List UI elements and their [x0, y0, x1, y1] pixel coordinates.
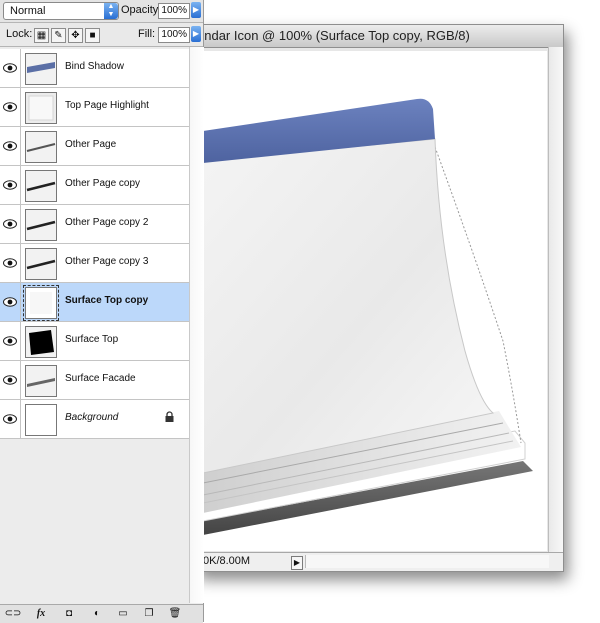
layer-name: Top Page Highlight — [65, 100, 149, 111]
eye-icon[interactable] — [0, 49, 21, 87]
document-titlebar[interactable]: endar Icon @ 100% (Surface Top copy, RGB… — [195, 25, 563, 48]
lock-options-bar: Lock: ▦ ✎ ✥ ■ Fill: 100% ▶ — [0, 23, 203, 47]
eye-icon[interactable] — [0, 166, 21, 204]
layer-name: Surface Top copy — [65, 295, 149, 306]
calendar-artwork — [203, 98, 533, 535]
layer-row-other-page-copy-2[interactable]: Other Page copy 2 — [0, 205, 189, 244]
eye-icon[interactable] — [0, 361, 21, 399]
document-vertical-scrollbar[interactable] — [548, 47, 563, 553]
eye-icon[interactable] — [0, 127, 21, 165]
blend-mode-value: Normal — [10, 5, 46, 17]
padlock-icon — [164, 411, 175, 423]
layer-name: Other Page copy 3 — [65, 256, 149, 267]
lock-all-padlock-icon[interactable]: ■ — [85, 28, 100, 43]
document-window[interactable]: endar Icon @ 100% (Surface Top copy, RGB… — [194, 24, 564, 572]
trash-icon[interactable]: 🗑 — [166, 607, 184, 621]
layers-list: Bind Shadow Top Page Highlight Other Pag… — [0, 49, 189, 439]
link-layers-icon[interactable]: ⊂⊃ — [4, 607, 22, 621]
layer-row-surface-facade[interactable]: Surface Facade — [0, 361, 189, 400]
adjustment-layer-icon[interactable]: ◐ — [88, 607, 106, 621]
eye-icon[interactable] — [0, 205, 21, 243]
layers-panel: Normal ▲ ▼ Opacity: 100% ▶ Lock: ▦ ✎ ✥ ■ … — [0, 0, 204, 623]
layer-name: Bind Shadow — [65, 61, 124, 72]
layer-name: Other Page — [65, 139, 117, 150]
layer-name: Surface Top — [65, 334, 119, 345]
fill-label: Fill: — [138, 28, 156, 40]
status-menu-arrow-icon[interactable]: ▶ — [291, 556, 303, 570]
lock-label: Lock: — [6, 28, 33, 40]
layer-thumbnail — [25, 248, 57, 280]
layer-row-background[interactable]: Background — [0, 400, 189, 439]
layer-row-top-page-highlight[interactable]: Top Page Highlight — [0, 88, 189, 127]
layer-row-surface-top-copy[interactable]: Surface Top copy — [0, 283, 189, 322]
new-layer-icon[interactable]: ❐ — [140, 607, 158, 621]
lock-transparency-icon[interactable]: ▦ — [34, 28, 49, 43]
layer-thumbnail — [25, 131, 57, 163]
eye-icon[interactable] — [0, 400, 21, 438]
layer-style-icon[interactable]: fx — [32, 607, 50, 621]
chevron-up-down-icon[interactable]: ▲ ▼ — [104, 3, 118, 19]
layer-row-other-page-copy[interactable]: Other Page copy — [0, 166, 189, 205]
document-size-readout: 0K/8.00M — [203, 555, 251, 567]
fill-slider-arrow-icon[interactable]: ▶ — [191, 26, 201, 42]
layer-thumbnail — [25, 326, 57, 358]
layers-scrollbar[interactable] — [189, 47, 204, 603]
document-canvas[interactable] — [203, 51, 547, 551]
layer-mask-icon[interactable]: ◘ — [60, 607, 78, 621]
layer-name: Background — [65, 412, 119, 423]
opacity-slider-arrow-icon[interactable]: ▶ — [191, 2, 201, 18]
layer-row-other-page[interactable]: Other Page — [0, 127, 189, 166]
lock-pixels-brush-icon[interactable]: ✎ — [51, 28, 66, 43]
layer-name: Other Page copy 2 — [65, 217, 149, 228]
layer-thumbnail — [25, 53, 57, 85]
fill-input[interactable]: 100% — [158, 27, 190, 43]
folder-icon[interactable]: ▭ — [114, 607, 132, 621]
layer-row-other-page-copy-3[interactable]: Other Page copy 3 — [0, 244, 189, 283]
document-horizontal-scrollbar[interactable] — [305, 555, 549, 568]
layer-thumbnail — [23, 285, 59, 321]
opacity-input[interactable]: 100% — [158, 3, 190, 19]
document-statusbar: 0K/8.00M ▶ — [195, 552, 563, 571]
layer-thumbnail — [25, 404, 57, 436]
layer-row-surface-top[interactable]: Surface Top — [0, 322, 189, 361]
eye-icon[interactable] — [0, 322, 21, 360]
layer-thumbnail — [25, 209, 57, 241]
eye-icon[interactable] — [0, 244, 21, 282]
eye-icon[interactable] — [0, 283, 21, 321]
blend-options-bar: Normal ▲ ▼ Opacity: 100% ▶ — [0, 0, 203, 23]
blend-mode-select[interactable]: Normal ▲ ▼ — [3, 2, 119, 20]
opacity-label: Opacity: — [121, 4, 162, 16]
layers-bottom-toolbar: ⊂⊃ fx ◘ ◐ ▭ ❐ 🗑 — [0, 604, 203, 623]
document-title: endar Icon @ 100% (Surface Top copy, RGB… — [197, 28, 470, 43]
eye-icon[interactable] — [0, 88, 21, 126]
lock-position-move-icon[interactable]: ✥ — [68, 28, 83, 43]
layer-row-bind-shadow[interactable]: Bind Shadow — [0, 49, 189, 88]
layer-thumbnail — [25, 365, 57, 397]
layer-thumbnail — [25, 170, 57, 202]
layer-thumbnail — [25, 92, 57, 124]
layer-name: Other Page copy — [65, 178, 141, 189]
layer-name: Surface Facade — [65, 373, 136, 384]
